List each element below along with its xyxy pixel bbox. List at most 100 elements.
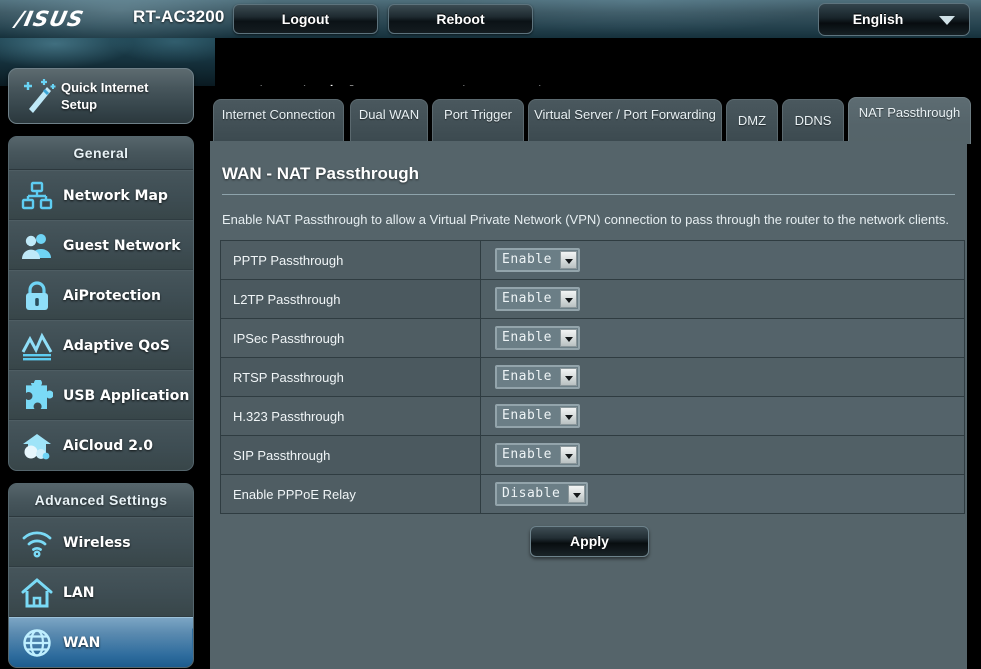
house-icon xyxy=(21,577,53,609)
sidebar-group-advanced-title: Advanced Settings xyxy=(9,484,193,517)
wifi-icon xyxy=(21,527,53,559)
sidebar-item-lan[interactable]: LAN xyxy=(9,567,193,617)
reboot-button[interactable]: Reboot xyxy=(388,4,533,34)
table-row: L2TP Passthrough Enable xyxy=(220,279,965,319)
pppoe-relay-select[interactable]: Disable xyxy=(495,482,589,506)
puzzle-piece-icon xyxy=(21,379,54,412)
chevron-down-icon[interactable] xyxy=(568,485,586,503)
operation-mode-label: Operation Mode: xyxy=(220,83,317,86)
firmware-version-value[interactable]: 3.0.0.4.378_2816 xyxy=(563,84,679,86)
sidebar-item-label: AiCloud 2.0 xyxy=(63,438,153,454)
guest-network-icon xyxy=(21,230,53,262)
tab-dual-wan[interactable]: Dual WAN xyxy=(350,99,428,144)
chevron-down-icon[interactable] xyxy=(559,446,577,464)
chevron-down-icon[interactable] xyxy=(559,329,577,347)
setting-control: Enable xyxy=(480,240,965,280)
tab-internet-connection[interactable]: Internet Connection xyxy=(213,99,344,144)
chevron-down-icon[interactable] xyxy=(559,251,577,269)
sidebar-item-label: Wireless xyxy=(63,535,131,551)
apply-button[interactable]: Apply xyxy=(530,526,649,557)
sidebar-item-label: Network Map xyxy=(63,188,168,204)
sidebar-item-aicloud[interactable]: AiCloud 2.0 xyxy=(9,420,193,470)
top-header-bar: /ISUS RT-AC3200 Logout Reboot English xyxy=(0,0,981,38)
ipsec-passthrough-select[interactable]: Enable xyxy=(495,326,580,350)
sidebar-item-adaptive-qos[interactable]: Adaptive QoS xyxy=(9,320,193,370)
operation-mode-row: Operation Mode: Wireless router Firmware… xyxy=(220,83,678,86)
selected-value: Enable xyxy=(502,408,552,423)
table-row: IPSec Passthrough Enable xyxy=(220,318,965,358)
cloud-house-icon xyxy=(21,430,53,462)
selected-value: Enable xyxy=(502,447,552,462)
table-row: RTSP Passthrough Enable xyxy=(220,357,965,397)
quick-internet-setup-button[interactable]: Quick Internet Setup xyxy=(8,68,194,124)
tab-dmz[interactable]: DMZ xyxy=(726,99,778,144)
h323-passthrough-select[interactable]: Enable xyxy=(495,404,580,428)
selected-value: Enable xyxy=(502,252,552,267)
sidebar-item-label: WAN xyxy=(63,635,101,651)
sidebar-item-guest-network[interactable]: Guest Network xyxy=(9,220,193,270)
rtsp-passthrough-select[interactable]: Enable xyxy=(495,365,580,389)
setting-label: L2TP Passthrough xyxy=(220,279,481,319)
table-row: SIP Passthrough Enable xyxy=(220,435,965,475)
setting-label: SIP Passthrough xyxy=(220,435,481,475)
tab-virtual-server-port-forwarding[interactable]: Virtual Server / Port Forwarding xyxy=(528,99,722,144)
tab-port-trigger[interactable]: Port Trigger xyxy=(432,99,524,144)
table-row: PPTP Passthrough Enable xyxy=(220,240,965,280)
qos-chart-icon xyxy=(21,330,53,362)
selected-value: Enable xyxy=(502,330,552,345)
setting-label: IPSec Passthrough xyxy=(220,318,481,358)
setting-label: RTSP Passthrough xyxy=(220,357,481,397)
quick-internet-setup-label: Quick Internet Setup xyxy=(61,80,149,112)
sidebar-navigation: Quick Internet Setup General Network Map xyxy=(0,68,210,669)
router-model-name: RT-AC3200 xyxy=(133,7,225,26)
sidebar-group-advanced: Advanced Settings Wireless LAN WAN xyxy=(8,483,194,668)
sidebar-item-label: Adaptive QoS xyxy=(63,338,170,354)
selected-value: Enable xyxy=(502,369,552,384)
language-label: English xyxy=(852,11,904,27)
router-admin-page: /ISUS RT-AC3200 Logout Reboot English Op… xyxy=(0,0,981,669)
sidebar-item-network-map[interactable]: Network Map xyxy=(9,170,193,220)
chevron-down-icon[interactable] xyxy=(559,368,577,386)
sidebar-item-aiprotection[interactable]: AiProtection xyxy=(9,270,193,320)
sip-passthrough-select[interactable]: Enable xyxy=(495,443,580,467)
language-selector[interactable]: English xyxy=(818,3,970,36)
tab-ddns[interactable]: DDNS xyxy=(782,99,844,144)
page-title: WAN - NAT Passthrough xyxy=(222,164,420,183)
setting-control: Enable xyxy=(480,435,965,475)
chevron-down-icon[interactable] xyxy=(559,290,577,308)
sidebar-group-general: General Network Map Guest Network AiProt… xyxy=(8,136,194,471)
setting-label: Enable PPPoE Relay xyxy=(220,474,481,514)
setting-label: PPTP Passthrough xyxy=(220,240,481,280)
sidebar-item-wireless[interactable]: Wireless xyxy=(9,517,193,567)
setting-control: Enable xyxy=(480,357,965,397)
chevron-down-icon xyxy=(939,16,955,25)
table-row: H.323 Passthrough Enable xyxy=(220,396,965,436)
nat-passthrough-settings-table: PPTP Passthrough Enable L2TP Passthrough… xyxy=(220,240,965,514)
operation-mode-value[interactable]: Wireless router xyxy=(320,84,428,86)
sidebar-item-label: USB Application xyxy=(63,388,190,404)
selected-value: Enable xyxy=(502,291,552,306)
table-row: Enable PPPoE Relay Disable xyxy=(220,474,965,514)
active-pointer-arrow xyxy=(192,628,193,658)
setting-control: Enable xyxy=(480,396,965,436)
title-divider xyxy=(222,194,955,195)
pptp-passthrough-select[interactable]: Enable xyxy=(495,248,580,272)
setting-label: H.323 Passthrough xyxy=(220,396,481,436)
l2tp-passthrough-select[interactable]: Enable xyxy=(495,287,580,311)
logout-button[interactable]: Logout xyxy=(233,4,378,34)
magic-wand-icon xyxy=(22,78,56,114)
chevron-down-icon[interactable] xyxy=(559,407,577,425)
tab-nat-passthrough[interactable]: NAT Passthrough xyxy=(848,97,971,144)
sidebar-item-label: AiProtection xyxy=(63,288,161,304)
sidebar-item-label: Guest Network xyxy=(63,238,181,254)
setting-control: Enable xyxy=(480,318,965,358)
sidebar-item-wan[interactable]: WAN xyxy=(9,617,193,667)
asus-logo: /ISUS xyxy=(13,7,87,31)
network-map-icon xyxy=(21,180,53,212)
sidebar-item-label: LAN xyxy=(63,585,95,601)
setting-control: Enable xyxy=(480,279,965,319)
sidebar-group-general-title: General xyxy=(9,137,193,170)
sidebar-item-usb-application[interactable]: USB Application xyxy=(9,370,193,420)
setting-control: Disable xyxy=(480,474,965,514)
tab-strip: Internet Connection Dual WAN Port Trigge… xyxy=(210,96,981,144)
